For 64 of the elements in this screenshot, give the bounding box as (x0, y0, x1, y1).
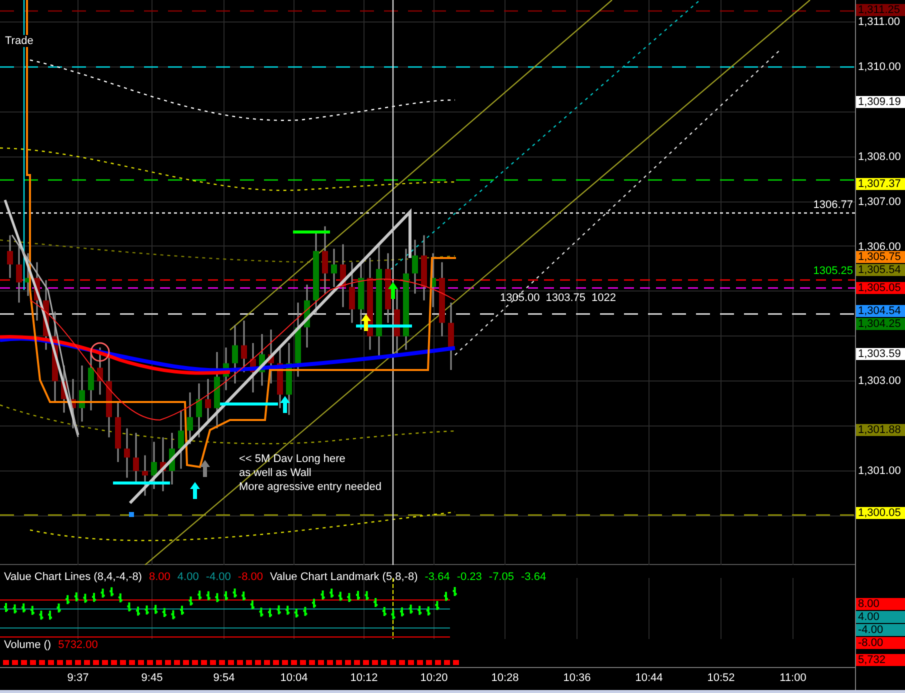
time-axis-label: 10:28 (490, 672, 520, 684)
time-axis-label: 10:12 (349, 672, 379, 684)
indicator-value-tag: 4.00 (856, 611, 905, 623)
time-axis-label: 10:36 (562, 672, 592, 684)
volume-value-tag: 5,732 (856, 654, 905, 666)
up-arrow-icon (280, 396, 290, 413)
bar-info-value: 1305.00 (500, 292, 540, 304)
price-line-label: 1305.25 (813, 265, 853, 277)
indicator-legend-text: -8.00 (238, 571, 263, 584)
price-tag: 1,305.54 (856, 264, 905, 276)
price-line-label: 1306.77 (813, 199, 853, 211)
indicator-legend-text: 4.00 (177, 571, 199, 584)
price-axis-label: 1,301.00 (858, 465, 901, 477)
circle-marker (90, 342, 110, 362)
square-marker (129, 512, 134, 517)
price-tag: 1,309.19 (856, 96, 905, 108)
volume-legend-text: Volume () (4, 639, 52, 652)
price-tag: 1,303.59 (856, 348, 905, 360)
indicator-legend-text: -7.05 (488, 571, 514, 584)
price-axis-label: 1,306.00 (858, 240, 901, 252)
price-tag: 1,301.88 (856, 424, 905, 436)
indicator-legend-text: Value Chart Landmark (5,8,-8) (270, 571, 418, 584)
volume-legend-text: 5732.00 (58, 639, 98, 652)
level-marker (356, 324, 412, 328)
price-tag: 1,304.25 (856, 318, 905, 330)
chart-annotation: << 5M Dav Long here as well as Wall More agressive entry needed (239, 452, 382, 494)
bar-info-value: 1022 (592, 292, 616, 304)
indicator-legend-text: -0.23 (456, 571, 482, 584)
price-tag: 1,305.75 (856, 250, 905, 263)
indicator-legend-text: -3.64 (424, 571, 450, 584)
time-axis-label: 10:44 (634, 672, 664, 684)
time-axis-label: 10:20 (419, 672, 449, 684)
price-tag: 1,311.25 (856, 4, 905, 16)
up-arrow-icon (361, 314, 371, 331)
bar-info-value: 1303.75 (546, 292, 586, 304)
time-axis-label: 9:54 (212, 672, 236, 684)
time-axis-label: 9:45 (140, 672, 164, 684)
price-tag: 1,307.37 (856, 178, 905, 190)
up-arrow-icon (200, 460, 210, 477)
up-arrow-icon (190, 482, 200, 499)
up-arrow-icon (388, 282, 398, 299)
time-axis-label: 11:00 (778, 672, 808, 684)
indicator-legend-text: -3.64 (520, 571, 546, 584)
price-axis-label: 1,307.00 (858, 196, 901, 208)
indicator-legend-text: -4.00 (206, 571, 231, 584)
time-axis-label: 9:37 (66, 672, 90, 684)
indicator-value-tag: 8.00 (856, 598, 905, 610)
time-axis-label: 10:04 (279, 672, 309, 684)
indicator-legend-text: Value Chart Lines (8,4,-4,-8) (4, 571, 142, 584)
price-axis-label: 1,311.00 (858, 16, 900, 28)
level-marker (113, 482, 170, 484)
price-axis-label: 1,308.00 (858, 150, 901, 163)
trade-label: Trade (5, 35, 34, 47)
price-tag: 1,305.05 (856, 282, 905, 294)
price-tag: 1,304.54 (856, 305, 905, 318)
price-tag: 1,300.05 (856, 506, 905, 519)
level-marker (220, 402, 278, 406)
indicator-value-tag: -4.00 (856, 624, 905, 636)
price-axis-label: 1,310.00 (858, 60, 901, 73)
time-axis-label: 10:52 (706, 672, 736, 684)
price-axis-label: 1,303.00 (858, 375, 901, 388)
indicator-value-tag: -8.00 (856, 637, 905, 649)
level-marker (293, 230, 330, 234)
indicator-legend-text: 8.00 (148, 571, 170, 584)
